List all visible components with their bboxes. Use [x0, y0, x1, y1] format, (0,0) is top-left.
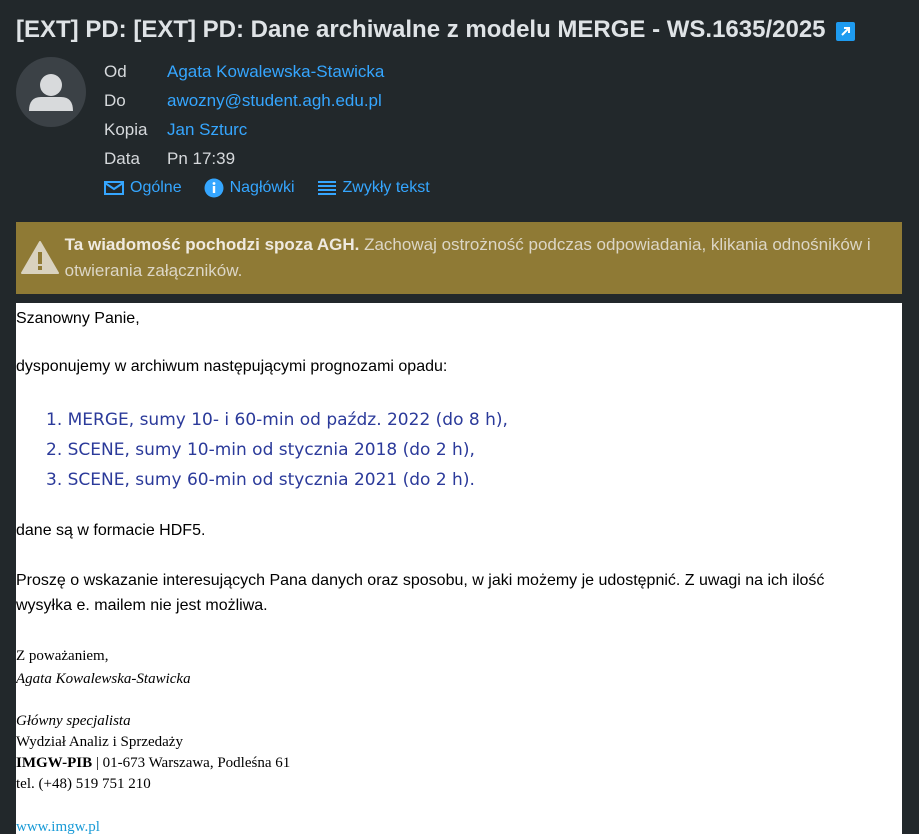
view-plain-button[interactable]: Zwykły tekst [317, 178, 430, 198]
list-item: 3. SCENE, sumy 60-min od stycznia 2021 (… [46, 470, 475, 490]
request-text-line1: Proszę o wskazanie interesujących Pana d… [16, 572, 825, 589]
view-plain-label: Zwykły tekst [342, 179, 430, 196]
user-icon [29, 74, 73, 111]
date-label: Data [104, 148, 140, 168]
list-item: 1. MERGE, sumy 10- i 60-min od paźdz. 20… [46, 410, 508, 430]
to-value[interactable]: awozny@student.agh.edu.pl [167, 91, 382, 111]
view-headers-button[interactable]: Nagłówki [204, 178, 295, 198]
message-body: Szanowny Panie, dysponujemy w archiwum n… [16, 303, 902, 834]
view-headers-label: Nagłówki [229, 179, 295, 196]
list-item: 2. SCENE, sumy 10-min od stycznia 2018 (… [46, 440, 475, 460]
warning-text: Ta wiadomość pochodzi spoza AGH. Zachowa… [65, 232, 902, 284]
from-label: Od [104, 61, 127, 81]
cc-label: Kopia [104, 119, 148, 139]
view-general-button[interactable]: Ogólne [104, 178, 182, 198]
signature-org: IMGW-PIB [16, 755, 93, 771]
external-warning-banner: Ta wiadomość pochodzi spoza AGH. Zachowa… [16, 222, 902, 294]
avatar [16, 57, 86, 127]
subject-text: [EXT] PD: [EXT] PD: Dane archiwalne z mo… [16, 16, 826, 43]
open-external-icon[interactable] [835, 21, 855, 41]
signature-name: Agata Kowalewska-Stawicka [16, 669, 191, 690]
lines-icon [317, 181, 336, 195]
signature-name-text: Agata Kowalewska-Stawicka [16, 671, 191, 687]
website-link[interactable]: www.imgw.pl [16, 817, 100, 834]
signature-role-text: Główny specjalista [16, 713, 131, 729]
format-text: dane są w formacie HDF5. [16, 522, 206, 539]
date-row: Data Pn 17:39 [104, 144, 384, 173]
signature-role: Główny specjalista [16, 711, 131, 732]
warning-bold: Ta wiadomość pochodzi spoza AGH. [64, 235, 360, 254]
cc-row: Kopia Jan Szturc [104, 115, 384, 144]
forecast-list: 1. MERGE, sumy 10- i 60-min od paźdz. 20… [46, 405, 508, 495]
from-row: Od Agata Kowalewska-Stawicka [104, 57, 384, 86]
envelope-icon [104, 181, 124, 195]
greeting: Szanowny Panie, [16, 310, 140, 327]
signature-phone: tel. (+48) 519 751 210 [16, 776, 151, 792]
view-general-label: Ogólne [130, 179, 182, 196]
to-label: Do [104, 90, 126, 110]
request-text-line2: wysyłka e. mailem nie jest możliwa. [16, 597, 268, 614]
intro-text: dysponujemy w archiwum następującymi pro… [16, 358, 448, 375]
from-value[interactable]: Agata Kowalewska-Stawicka [167, 62, 384, 82]
message-header: Od Agata Kowalewska-Stawicka Do awozny@s… [104, 57, 384, 173]
signature-org-line: IMGW-PIB | 01-673 Warszawa, Podleśna 61 [16, 753, 290, 774]
view-switcher: Ogólne Nagłówki Zwykły tekst [104, 178, 430, 198]
signature-department: Wydział Analiz i Sprzedaży [16, 734, 183, 750]
warning-icon [16, 240, 65, 276]
cc-value[interactable]: Jan Szturc [167, 120, 247, 140]
signature-address: | 01-673 Warszawa, Podleśna 61 [92, 755, 291, 771]
info-icon [204, 178, 224, 198]
message-subject: [EXT] PD: [EXT] PD: Dane archiwalne z mo… [16, 16, 909, 44]
to-row: Do awozny@student.agh.edu.pl [104, 86, 384, 115]
signature-regards: Z poważaniem, [16, 648, 109, 664]
date-value: Pn 17:39 [167, 148, 236, 168]
